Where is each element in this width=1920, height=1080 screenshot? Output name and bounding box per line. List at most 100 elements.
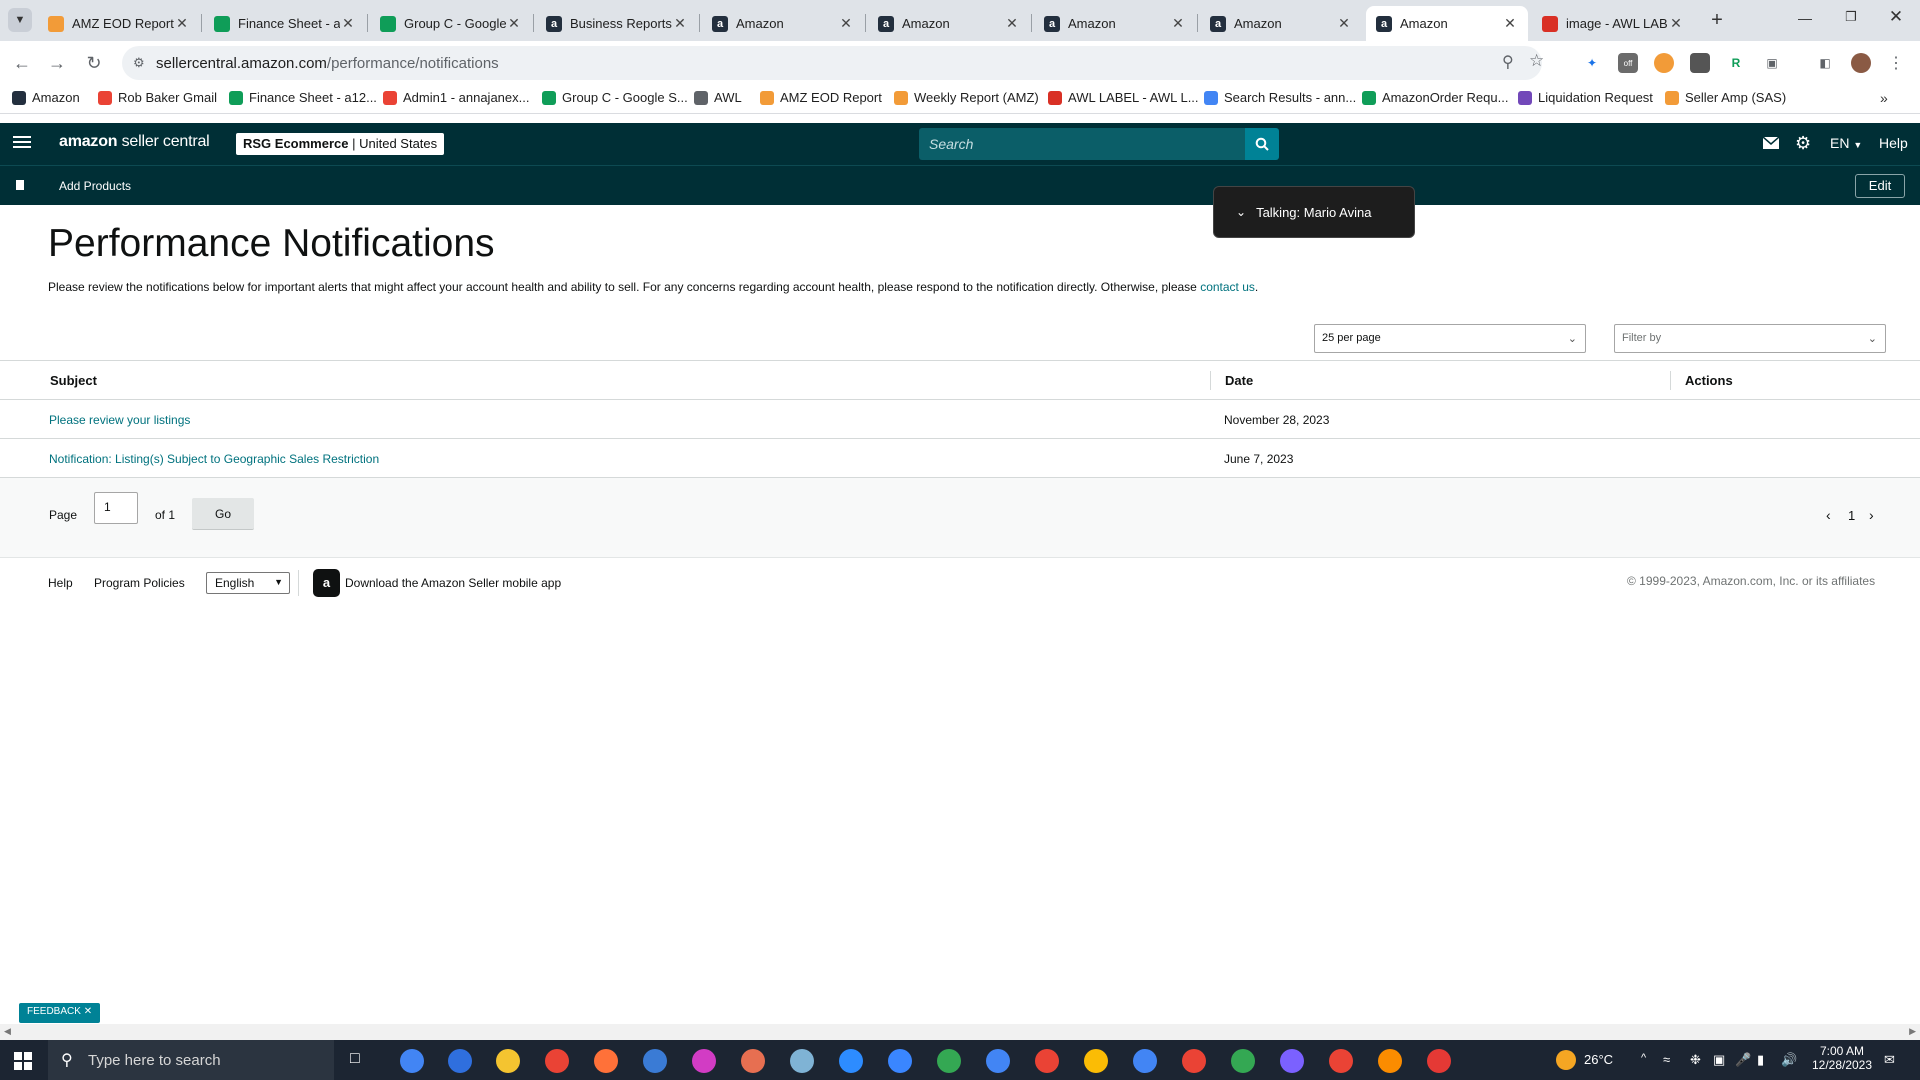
scroll-left-icon[interactable]: ◀ — [4, 1026, 11, 1037]
taskbar-app-icon[interactable] — [545, 1049, 569, 1073]
taskbar-app-icon[interactable] — [937, 1049, 961, 1073]
zoom-icon[interactable]: ⚲ — [1502, 52, 1514, 72]
taskbar-app-icon[interactable] — [1231, 1049, 1255, 1073]
language-selector[interactable]: EN ▼ — [1830, 135, 1862, 151]
notification-subject-link[interactable]: Notification: Listing(s) Subject to Geog… — [49, 452, 379, 466]
footer-help-link[interactable]: Help — [48, 576, 73, 590]
extension-icon[interactable] — [1690, 53, 1710, 73]
taskbar-app-icon[interactable] — [1182, 1049, 1206, 1073]
column-header-date[interactable]: Date — [1225, 373, 1253, 388]
extension-icon[interactable]: R — [1726, 53, 1746, 73]
windows-start-icon[interactable] — [14, 1052, 32, 1070]
close-tab-icon[interactable]: ✕ — [838, 15, 854, 32]
talking-indicator[interactable]: ⌄ Talking: Mario Avina — [1213, 186, 1415, 238]
prev-page-icon[interactable]: ‹ — [1826, 507, 1831, 523]
browser-tab[interactable]: a Amazon ✕ — [1200, 6, 1362, 41]
next-page-icon[interactable]: › — [1869, 507, 1874, 523]
bookmark-item[interactable]: AWL — [694, 90, 742, 105]
close-window-button[interactable]: ✕ — [1886, 7, 1906, 27]
forward-button[interactable]: → — [43, 49, 71, 77]
close-tab-icon[interactable]: ✕ — [1004, 15, 1020, 32]
page-number-input[interactable]: 1 — [94, 492, 138, 524]
per-page-select[interactable]: 25 per page ⌄ — [1314, 324, 1586, 353]
taskbar-app-icon[interactable] — [1280, 1049, 1304, 1073]
volume-icon[interactable]: 🔊 — [1781, 1052, 1797, 1068]
browser-tab[interactable]: a Business Reports ✕ — [536, 6, 698, 41]
footer-language-select[interactable]: English ▼ — [206, 572, 290, 594]
back-button[interactable]: ← — [8, 49, 36, 77]
taskbar-app-icon[interactable] — [986, 1049, 1010, 1073]
taskbar-app-icon[interactable] — [888, 1049, 912, 1073]
browser-tab[interactable]: a Amazon ✕ — [702, 6, 864, 41]
close-tab-icon[interactable]: ✕ — [1336, 15, 1352, 32]
taskbar-app-icon[interactable] — [741, 1049, 765, 1073]
bookmark-item[interactable]: Search Results - ann... — [1204, 90, 1356, 105]
reload-button[interactable]: ↻ — [80, 49, 108, 77]
store-switcher[interactable]: RSG Ecommerce | United States — [236, 133, 445, 155]
bookmark-item[interactable]: AWL LABEL - AWL L... — [1048, 90, 1199, 105]
taskbar-app-icon[interactable] — [1133, 1049, 1157, 1073]
restore-button[interactable]: ❐ — [1841, 9, 1861, 25]
extension-off-icon[interactable]: off — [1618, 53, 1638, 73]
bookmark-item[interactable]: Group C - Google S... — [542, 90, 688, 105]
seller-search-input[interactable]: Search — [919, 128, 1246, 160]
close-tab-icon[interactable]: ✕ — [174, 15, 190, 32]
tray-overflow-icon[interactable]: ^ — [1641, 1052, 1646, 1064]
settings-gear-icon[interactable]: ⚙ — [1795, 133, 1811, 154]
site-info-icon[interactable]: ⚙ — [133, 55, 145, 71]
taskbar-app-icon[interactable] — [448, 1049, 472, 1073]
bookmark-item[interactable]: Amazon — [12, 90, 80, 105]
bookmark-star-icon[interactable]: ☆ — [1529, 51, 1544, 71]
tab-search-button[interactable]: ▼ — [8, 8, 32, 32]
bookmark-item[interactable]: Rob Baker Gmail — [98, 90, 217, 105]
close-tab-icon[interactable]: ✕ — [1170, 15, 1186, 32]
network-icon[interactable]: ≈ — [1663, 1052, 1670, 1067]
taskbar-app-icon[interactable] — [400, 1049, 424, 1073]
bookmarks-overflow-icon[interactable]: » — [1880, 90, 1888, 106]
extension-icon[interactable] — [1654, 53, 1674, 73]
search-button[interactable] — [1245, 128, 1279, 160]
minimize-button[interactable]: — — [1795, 10, 1815, 26]
close-icon[interactable]: ✕ — [84, 1006, 92, 1017]
help-link[interactable]: Help — [1879, 135, 1908, 151]
close-tab-icon[interactable]: ✕ — [1502, 15, 1518, 32]
task-view-icon[interactable]: □ — [350, 1050, 360, 1068]
scroll-right-icon[interactable]: ▶ — [1909, 1026, 1916, 1037]
side-panel-icon[interactable]: ◧ — [1815, 53, 1835, 73]
edit-button[interactable]: Edit — [1855, 174, 1905, 198]
bookmark-icon[interactable] — [16, 180, 24, 190]
taskbar-app-icon[interactable] — [643, 1049, 667, 1073]
new-tab-button[interactable]: + — [1705, 8, 1729, 32]
more-menu-icon[interactable]: ⋮ — [1886, 53, 1906, 73]
seller-central-logo[interactable]: amazon seller central — [59, 133, 210, 151]
bookmark-item[interactable]: Weekly Report (AMZ) — [894, 90, 1039, 105]
weather-temp[interactable]: 26°C — [1584, 1052, 1613, 1067]
horizontal-scrollbar[interactable]: ◀ ▶ — [0, 1024, 1920, 1040]
contact-us-link[interactable]: contact us — [1200, 280, 1255, 294]
bookmark-item[interactable]: AmazonOrder Requ... — [1362, 90, 1508, 105]
bookmark-item[interactable]: Admin1 - annajanex... — [383, 90, 529, 105]
bookmark-item[interactable]: Liquidation Request — [1518, 90, 1653, 105]
notification-subject-link[interactable]: Please review your listings — [49, 413, 190, 427]
taskbar-app-icon[interactable] — [496, 1049, 520, 1073]
extension-icon[interactable]: ✦ — [1582, 53, 1602, 73]
taskbar-search-input[interactable]: ⚲ Type here to search — [48, 1040, 334, 1080]
address-bar[interactable]: ⚙ sellercentral.amazon.com/performance/n… — [122, 46, 1544, 80]
taskbar-app-icon[interactable] — [1329, 1049, 1353, 1073]
taskbar-app-icon[interactable] — [1084, 1049, 1108, 1073]
close-tab-icon[interactable]: ✕ — [340, 15, 356, 32]
browser-tab[interactable]: image - AWL LAB ✕ — [1532, 6, 1694, 41]
feedback-button[interactable]: FEEDBACK ✕ — [19, 1003, 101, 1023]
filter-by-select[interactable]: Filter by ⌄ — [1614, 324, 1886, 353]
taskbar-app-icon[interactable] — [790, 1049, 814, 1073]
taskbar-app-icon[interactable] — [692, 1049, 716, 1073]
hamburger-menu-icon[interactable] — [13, 133, 31, 151]
go-button[interactable]: Go — [192, 498, 254, 530]
add-products-link[interactable]: Add Products — [59, 179, 131, 193]
taskbar-app-icon[interactable] — [839, 1049, 863, 1073]
taskbar-app-icon[interactable] — [1427, 1049, 1451, 1073]
close-tab-icon[interactable]: ✕ — [1668, 15, 1684, 32]
browser-tab[interactable]: a Amazon ✕ — [1366, 6, 1528, 41]
weather-icon[interactable] — [1556, 1050, 1576, 1070]
microphone-icon[interactable]: 🎤 — [1735, 1052, 1751, 1068]
